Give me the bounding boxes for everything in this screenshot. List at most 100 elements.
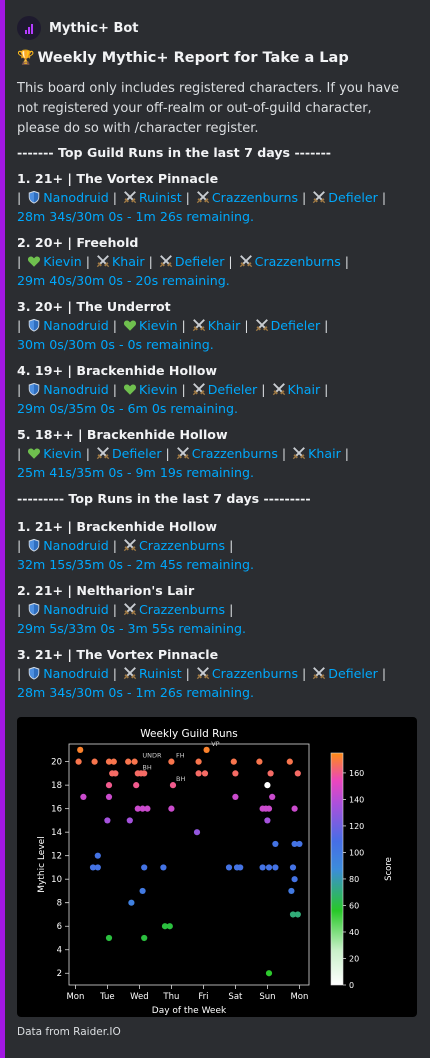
x-tick-label: Sun bbox=[259, 992, 275, 1002]
run-time-link[interactable]: 29m 0s/35m 0s - 6m 0s remaining. bbox=[17, 399, 417, 418]
bot-name[interactable]: Mythic+ Bot bbox=[49, 21, 139, 36]
character-link[interactable]: Crazzenburns bbox=[192, 446, 278, 461]
data-point bbox=[272, 864, 279, 871]
character-link[interactable]: Defieler bbox=[271, 318, 321, 333]
run-time-link[interactable]: 32m 15s/35m 0s - 2m 45s remaining. bbox=[17, 555, 417, 574]
character-link[interactable]: Ruinist bbox=[139, 666, 182, 681]
run-entry: 1. 21+ | Brackenhide Hollow | Nanodruid |… bbox=[17, 517, 417, 574]
character-link[interactable]: Kievin bbox=[43, 446, 81, 461]
run-time-link[interactable]: 29m 40s/30m 0s - 20s remaining. bbox=[17, 271, 417, 290]
crossed-swords-icon bbox=[196, 667, 210, 680]
data-point bbox=[160, 864, 167, 871]
point-annotation: BH bbox=[142, 763, 151, 771]
character-link[interactable]: Defieler bbox=[328, 190, 378, 205]
character-link[interactable]: Ruinist bbox=[139, 190, 182, 205]
separator: | bbox=[17, 538, 26, 553]
data-point bbox=[195, 758, 202, 765]
y-tick-label: 18 bbox=[51, 781, 62, 791]
data-point bbox=[166, 923, 173, 930]
plot-frame bbox=[68, 743, 310, 986]
shield-icon bbox=[29, 538, 40, 552]
data-point bbox=[265, 864, 273, 871]
data-point bbox=[75, 758, 82, 765]
data-point bbox=[139, 887, 146, 895]
character-link[interactable]: Defieler bbox=[175, 254, 225, 269]
character-link[interactable]: Nanodruid bbox=[43, 318, 108, 333]
run-time-link[interactable]: 28m 34s/30m 0s - 1m 26s remaining. bbox=[17, 207, 417, 226]
character-link[interactable]: Kievin bbox=[139, 318, 177, 333]
colorbar-tick-label: 0 bbox=[349, 981, 354, 990]
separator: | bbox=[377, 190, 387, 205]
run-time-link[interactable]: 25m 41s/35m 0s - 9m 19s remaining. bbox=[17, 463, 417, 482]
run-members: | Nanodruid | Crazzenburns | bbox=[17, 600, 417, 619]
character-link[interactable]: Defieler bbox=[208, 382, 258, 397]
separator: | bbox=[277, 446, 291, 461]
data-point bbox=[291, 805, 298, 812]
character-link[interactable]: Nanodruid bbox=[43, 538, 108, 553]
colorbar-tick-label: 20 bbox=[349, 954, 359, 963]
run-entry: 3. 21+ | The Vortex Pinnacle | Nanodruid … bbox=[17, 645, 417, 702]
guild-runs-header: ------- Top Guild Runs in the last 7 day… bbox=[17, 143, 417, 162]
shield-icon bbox=[29, 602, 40, 616]
separator: | bbox=[17, 190, 26, 205]
character-link[interactable]: Nanodruid bbox=[43, 382, 108, 397]
separator: | bbox=[320, 382, 329, 397]
top-runs-header: --------- Top Runs in the last 7 days --… bbox=[17, 489, 417, 508]
character-link[interactable]: Crazzenburns bbox=[212, 190, 298, 205]
run-title: 5. 18++ | Brackenhide Hollow bbox=[17, 427, 228, 442]
separator: | bbox=[17, 666, 26, 681]
crossed-swords-icon bbox=[176, 447, 189, 460]
character-link[interactable]: Defieler bbox=[112, 446, 162, 461]
character-link[interactable]: Crazzenburns bbox=[139, 538, 225, 553]
data-point bbox=[269, 793, 276, 801]
shield-icon bbox=[29, 190, 40, 204]
run-title: 3. 20+ | The Underrot bbox=[17, 299, 171, 314]
character-link[interactable]: Khair bbox=[288, 382, 321, 397]
heart-icon bbox=[123, 384, 137, 395]
weekly-runs-chart-image[interactable]: Weekly Guild Runs 2 4 6 8 10 12 14 16 18 20 Mon Tue W… bbox=[17, 717, 417, 1017]
run-time-link[interactable]: 28m 34s/30m 0s - 1m 26s remaining. bbox=[17, 683, 417, 702]
crossed-swords-icon bbox=[192, 319, 205, 332]
data-point bbox=[265, 970, 273, 977]
y-tick-label: 6 bbox=[57, 922, 62, 932]
y-axis-label: Mythic Level bbox=[37, 836, 47, 892]
data-point bbox=[256, 758, 263, 765]
run-entry: 2. 21+ | Neltharion's Lair | Nanodruid | … bbox=[17, 581, 417, 638]
character-link[interactable]: Khair bbox=[112, 254, 145, 269]
character-link[interactable]: Crazzenburns bbox=[255, 254, 341, 269]
separator: | bbox=[377, 666, 387, 681]
character-link[interactable]: Crazzenburns bbox=[212, 666, 298, 681]
separator: | bbox=[225, 602, 234, 617]
character-link[interactable]: Nanodruid bbox=[43, 190, 108, 205]
x-tick-label: Thu bbox=[162, 992, 179, 1002]
run-members: | Kievin | Khair | Defieler | Crazzenbur… bbox=[17, 252, 417, 271]
run-time-link[interactable]: 29m 5s/33m 0s - 3m 55s remaining. bbox=[17, 619, 417, 638]
separator: | bbox=[17, 254, 26, 269]
data-point bbox=[237, 864, 244, 871]
colorbar-tick-label: 160 bbox=[349, 769, 364, 778]
separator: | bbox=[17, 382, 26, 397]
bot-avatar[interactable] bbox=[17, 16, 41, 40]
data-point bbox=[77, 746, 84, 753]
separator: | bbox=[17, 446, 26, 461]
colorbar-tick-label: 80 bbox=[349, 875, 359, 884]
data-point bbox=[144, 805, 151, 812]
character-link[interactable]: Nanodruid bbox=[43, 666, 108, 681]
separator: | bbox=[224, 254, 237, 269]
character-link[interactable]: Defieler bbox=[328, 666, 378, 681]
character-link[interactable]: Khair bbox=[208, 318, 241, 333]
data-point bbox=[264, 782, 271, 789]
separator: | bbox=[257, 382, 270, 397]
run-title: 2. 21+ | Neltharion's Lair bbox=[17, 583, 195, 598]
run-entry: 2. 20+ | Freehold | Kievin | Khair | Defi… bbox=[17, 233, 417, 290]
character-link[interactable]: Crazzenburns bbox=[139, 602, 225, 617]
separator: | bbox=[108, 666, 121, 681]
character-link[interactable]: Kievin bbox=[139, 382, 177, 397]
separator: | bbox=[108, 602, 121, 617]
character-link[interactable]: Khair bbox=[308, 446, 341, 461]
run-title: 3. 21+ | The Vortex Pinnacle bbox=[17, 647, 219, 662]
separator: | bbox=[340, 254, 350, 269]
character-link[interactable]: Kievin bbox=[43, 254, 81, 269]
character-link[interactable]: Nanodruid bbox=[43, 602, 108, 617]
run-time-link[interactable]: 30m 0s/30m 0s - 0s remaining. bbox=[17, 335, 417, 354]
